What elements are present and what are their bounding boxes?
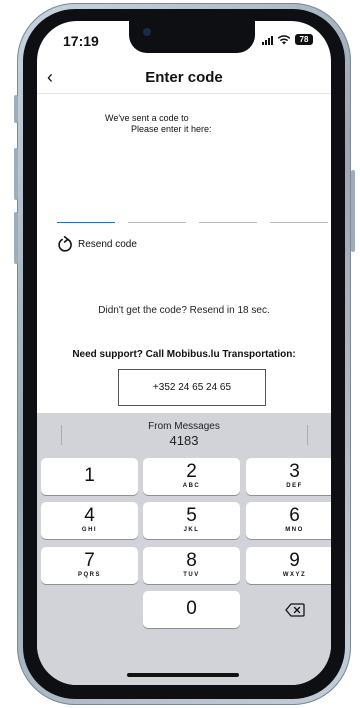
code-digit-3-input[interactable]: [199, 208, 257, 223]
key-letters: ABC: [182, 483, 201, 489]
code-digit-2-input[interactable]: [128, 208, 186, 223]
key-letters: TUV: [183, 572, 200, 578]
key-digit: 8: [186, 550, 197, 571]
key-9[interactable]: 9 WXYZ: [246, 547, 331, 584]
backspace-key[interactable]: [246, 591, 331, 628]
key-digit: 0: [186, 598, 197, 619]
key-digit: 4: [84, 505, 95, 526]
resend-code-label: Resend code: [78, 238, 137, 250]
key-digit: 1: [84, 465, 95, 486]
code-sent-message: We've sent a code to Please enter it her…: [105, 113, 212, 135]
key-letters: DEF: [286, 483, 303, 489]
key-5[interactable]: 5 JKL: [143, 502, 240, 539]
notch: [129, 21, 255, 53]
page-title: Enter code: [145, 69, 223, 86]
key-2[interactable]: 2 ABC: [143, 458, 240, 495]
volume-up-button: [14, 148, 18, 200]
volume-down-button: [14, 212, 18, 264]
numeric-keyboard: From Messages 4183 1 2 ABC 3 DEF 4 GHI 5…: [37, 413, 331, 685]
key-0[interactable]: 0: [143, 591, 240, 628]
code-digit-4-input[interactable]: [270, 208, 328, 223]
suggestion-divider: [307, 425, 308, 445]
code-digit-1-input[interactable]: [57, 208, 115, 223]
backspace-icon: [284, 602, 305, 617]
key-8[interactable]: 8 TUV: [143, 547, 240, 584]
key-1[interactable]: 1: [41, 458, 138, 495]
support-phone-button[interactable]: +352 24 65 24 65: [118, 369, 266, 406]
key-digit: 9: [289, 550, 300, 571]
key-digit: 7: [84, 550, 95, 571]
refresh-icon: [58, 236, 72, 252]
key-3[interactable]: 3 DEF: [246, 458, 331, 495]
key-6[interactable]: 6 MNO: [246, 502, 331, 539]
key-digit: 5: [186, 505, 197, 526]
key-letters: MNO: [285, 527, 304, 533]
support-text: Need support? Call Mobibus.lu Transporta…: [72, 349, 296, 360]
key-letters: GHI: [81, 527, 98, 533]
key-letters: JKL: [183, 527, 200, 533]
key-digit: 6: [289, 505, 300, 526]
resend-code-button[interactable]: Resend code: [57, 236, 137, 252]
key-4[interactable]: 4 GHI: [41, 502, 138, 539]
key-digit: 3: [289, 461, 300, 482]
camera-icon: [143, 28, 151, 36]
key-7[interactable]: 7 PQRS: [41, 547, 138, 584]
battery-icon: 78: [295, 34, 313, 45]
cellular-signal-icon: [262, 35, 273, 45]
mute-switch: [14, 95, 18, 123]
resend-timer-text: Didn't get the code? Resend in 18 sec.: [98, 305, 270, 316]
code-sent-line: We've sent a code to: [105, 113, 189, 123]
nav-bar: ‹ Enter code: [37, 63, 331, 94]
autofill-code-suggestion[interactable]: From Messages 4183: [61, 419, 307, 451]
wifi-icon: [277, 35, 291, 45]
power-button: [351, 170, 355, 252]
key-letters: PQRS: [77, 572, 101, 578]
status-icons: 78: [262, 34, 313, 45]
suggestion-code: 4183: [169, 433, 199, 448]
enter-code-prompt: Please enter it here:: [131, 124, 212, 134]
key-letters: WXYZ: [282, 572, 307, 578]
key-digit: 2: [186, 461, 197, 482]
screen: 17:19 78 ‹ Enter code We've sent a code …: [37, 21, 331, 685]
home-indicator[interactable]: [127, 673, 239, 677]
status-bar: 17:19 78: [37, 21, 331, 63]
status-time: 17:19: [63, 33, 99, 49]
suggestion-source: From Messages: [148, 421, 220, 432]
support-phone-number: +352 24 65 24 65: [152, 382, 232, 393]
